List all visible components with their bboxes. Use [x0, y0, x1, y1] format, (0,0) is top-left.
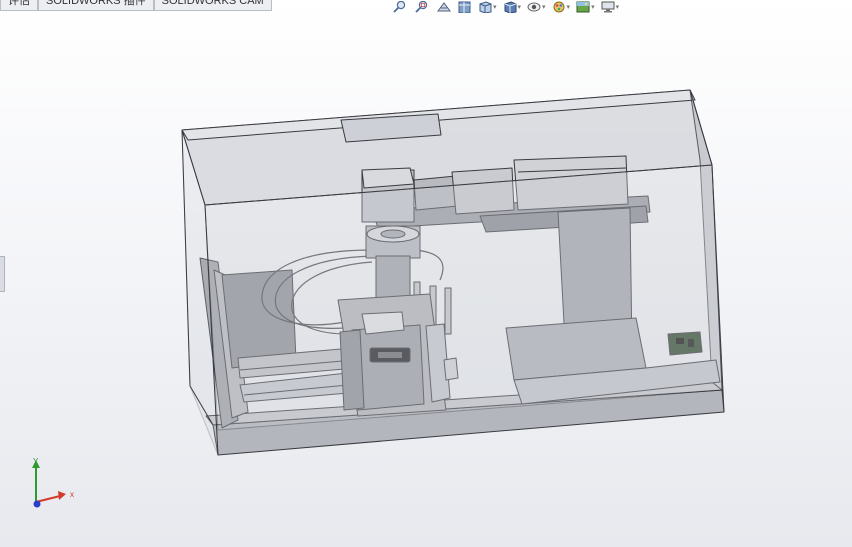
machine-assembly	[181, 89, 725, 456]
x-axis-arrow	[35, 495, 61, 503]
z-axis-dot	[33, 500, 41, 508]
reference-triad: Y x	[32, 457, 74, 508]
model-viewport[interactable]	[0, 0, 852, 547]
triad-y-label: Y	[33, 457, 39, 466]
triad-x-label: x	[70, 490, 74, 499]
